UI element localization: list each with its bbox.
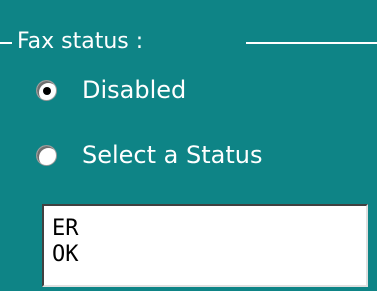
radio-disabled-label[interactable]: Disabled	[82, 75, 186, 105]
radio-checked-dot	[43, 86, 51, 95]
radio-button-unchecked[interactable]	[36, 144, 57, 166]
radio-button-checked[interactable]	[36, 79, 57, 101]
status-listbox[interactable]: ER OK	[42, 204, 368, 287]
group-border-left	[0, 42, 12, 44]
group-legend: Fax status :	[17, 29, 144, 54]
group-border-right	[246, 42, 377, 44]
radio-select-status-label[interactable]: Select a Status	[82, 140, 262, 170]
list-item-ok[interactable]: OK	[52, 242, 366, 268]
radio-disabled[interactable]: Disabled	[36, 75, 186, 105]
radio-select-status[interactable]: Select a Status	[36, 140, 262, 170]
list-item-er[interactable]: ER	[52, 216, 366, 242]
